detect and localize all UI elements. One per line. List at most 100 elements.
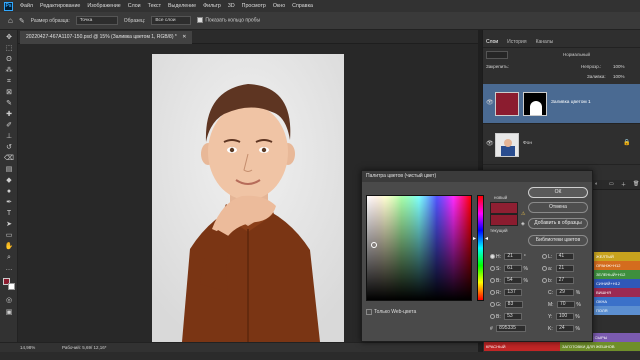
gradient-tool-icon[interactable]: ▤ xyxy=(3,165,15,174)
layer-name[interactable]: Заливка цветом 1 xyxy=(551,100,591,105)
blue-field[interactable]: B: 53 xyxy=(490,313,523,321)
healing-brush-icon[interactable]: ✚ xyxy=(3,110,15,119)
background-color-swatch[interactable] xyxy=(8,283,15,290)
cyan-input[interactable]: 29 xyxy=(556,289,575,297)
ok-button[interactable]: ОК xyxy=(528,187,588,198)
brightness-field[interactable]: B: 54 % xyxy=(490,277,528,285)
blur-tool-icon[interactable]: ◆ xyxy=(3,176,15,185)
tab-channels[interactable]: Каналы xyxy=(536,36,554,47)
color-field-marker[interactable] xyxy=(371,242,377,248)
hue-input[interactable]: 21 xyxy=(504,253,523,261)
lab-l-field[interactable]: L: 41 xyxy=(542,253,574,261)
saturation-field[interactable]: S: 61 % xyxy=(490,265,528,273)
new-group-icon[interactable]: ▭ xyxy=(609,181,614,187)
sample-size-select[interactable]: Точка xyxy=(75,16,118,25)
saturation-radio[interactable] xyxy=(490,266,495,272)
brightness-radio[interactable] xyxy=(490,278,495,284)
hue-slider-right-arrow[interactable]: ◂ xyxy=(485,235,488,242)
menu-layers[interactable]: Слои xyxy=(128,3,141,9)
magenta-input[interactable]: 70 xyxy=(556,301,575,309)
tab-history[interactable]: История xyxy=(507,36,526,47)
document-tab[interactable]: 20220427-467A1107-150.psd @ 15% (Заливка… xyxy=(20,31,193,44)
menu-edit[interactable]: Редактирование xyxy=(40,3,80,9)
adjustment-layer-icon[interactable]: ◐ xyxy=(595,181,598,187)
hue-slider-left-arrow[interactable]: ▸ xyxy=(473,235,476,242)
black-input[interactable]: 24 xyxy=(556,325,575,333)
photoshop-logo[interactable]: Ps xyxy=(4,1,13,11)
home-icon[interactable]: ⌂ xyxy=(8,16,13,25)
lab-l-input[interactable]: 41 xyxy=(555,253,574,261)
color-field[interactable] xyxy=(366,195,472,301)
lab-a-field[interactable]: a: 21 xyxy=(542,265,574,273)
new-layer-icon[interactable]: ＋ xyxy=(621,181,626,188)
saturation-input[interactable]: 61 xyxy=(504,265,523,273)
hand-tool-icon[interactable]: ✋ xyxy=(3,242,15,251)
menu-select[interactable]: Выделение xyxy=(168,3,196,9)
lab-a-radio[interactable] xyxy=(542,266,547,272)
swatch-fields[interactable]: ПОЛЯ xyxy=(594,306,640,315)
red-input[interactable]: 137 xyxy=(504,289,523,297)
gamut-warning-icon[interactable]: ⚠ xyxy=(521,211,525,217)
yellow-input[interactable]: 100 xyxy=(555,313,574,321)
quick-select-tool-icon[interactable]: ⁂ xyxy=(3,66,15,75)
fill-value[interactable]: 100% xyxy=(613,74,625,79)
menu-3d[interactable]: 3D xyxy=(228,3,235,9)
zoom-tool-icon[interactable]: ⌕ xyxy=(3,253,15,262)
yellow-field[interactable]: Y: 100 % xyxy=(548,313,580,321)
screen-mode-icon[interactable]: ▣ xyxy=(3,308,15,317)
lab-l-radio[interactable] xyxy=(542,254,547,260)
swatch-green[interactable]: ЗЕЛЕНЫЙ+Н12 xyxy=(594,270,640,279)
menu-file[interactable]: Файл xyxy=(20,3,33,9)
swatch-windows[interactable]: ОКНА xyxy=(594,297,640,306)
show-ring-checkbox[interactable]: Показать кольцо пробы xyxy=(197,17,260,24)
layer-row-fill[interactable]: 👁 Заливка цветом 1 xyxy=(483,84,640,124)
close-icon[interactable]: ✕ xyxy=(182,34,186,40)
crop-tool-icon[interactable]: ⌗ xyxy=(3,77,15,86)
swatch-blue[interactable]: СИНИЙ+Н12 xyxy=(594,279,640,288)
stamp-tool-icon[interactable]: ⊥ xyxy=(3,132,15,141)
menu-filter[interactable]: Фильтр xyxy=(203,3,221,9)
dodge-tool-icon[interactable]: ● xyxy=(3,187,15,196)
move-tool-icon[interactable]: ✥ xyxy=(3,33,15,42)
more-tools-icon[interactable]: … xyxy=(3,264,15,273)
brush-tool-icon[interactable]: ✐ xyxy=(3,121,15,130)
brightness-input[interactable]: 54 xyxy=(504,277,523,285)
eye-icon[interactable]: 👁 xyxy=(486,99,494,106)
eye-icon[interactable]: 👁 xyxy=(486,140,494,147)
layer-row-background[interactable]: 👁 Фон 🔒 xyxy=(483,125,640,165)
quick-mask-icon[interactable]: ◎ xyxy=(3,296,15,305)
path-select-icon[interactable]: ➤ xyxy=(3,220,15,229)
lasso-tool-icon[interactable]: ʘ xyxy=(3,55,15,64)
green-input[interactable]: 83 xyxy=(504,301,523,309)
lab-b-input[interactable]: 27 xyxy=(555,277,574,285)
layer-name[interactable]: Фон xyxy=(523,141,532,146)
eyedropper-tool-icon[interactable]: ✎ xyxy=(19,17,25,25)
blend-mode-select[interactable]: Нормальный xyxy=(563,52,590,57)
document-image[interactable] xyxy=(152,54,344,342)
lab-a-input[interactable]: 21 xyxy=(555,265,574,273)
blue-input[interactable]: 53 xyxy=(504,313,523,321)
red-field[interactable]: R: 137 xyxy=(490,289,523,297)
menu-window[interactable]: Окно xyxy=(273,3,285,9)
checkbox-box[interactable] xyxy=(197,17,204,24)
hex-input[interactable]: 895335 xyxy=(496,325,527,333)
add-to-swatches-button[interactable]: Добавить в образцы xyxy=(528,218,588,229)
swatch-blanks[interactable]: ЗАГОТОВКИ ДЛЯ ЖЕШНОВ xyxy=(560,342,640,351)
cyan-field[interactable]: C: 29 % xyxy=(548,289,580,297)
swatch-cherry[interactable]: ВИШНЯ xyxy=(594,288,640,297)
blue-radio[interactable] xyxy=(490,314,495,320)
menu-view[interactable]: Просмотр xyxy=(242,3,266,9)
lab-b-field[interactable]: b: 27 xyxy=(542,277,574,285)
green-radio[interactable] xyxy=(490,302,495,308)
red-radio[interactable] xyxy=(490,290,495,296)
marquee-tool-icon[interactable]: ⬚ xyxy=(3,44,15,53)
web-safe-icon[interactable]: ◈ xyxy=(521,221,525,227)
delete-layer-icon[interactable]: 🗑 xyxy=(633,181,639,187)
history-brush-icon[interactable]: ↺ xyxy=(3,143,15,152)
eraser-tool-icon[interactable]: ⌫ xyxy=(3,154,15,163)
zoom-level[interactable]: 14,98% xyxy=(20,343,35,352)
pen-tool-icon[interactable]: ✒ xyxy=(3,198,15,207)
tab-layers[interactable]: Слои xyxy=(486,36,498,47)
hue-slider[interactable] xyxy=(477,195,484,301)
shape-tool-icon[interactable]: ▭ xyxy=(3,231,15,240)
